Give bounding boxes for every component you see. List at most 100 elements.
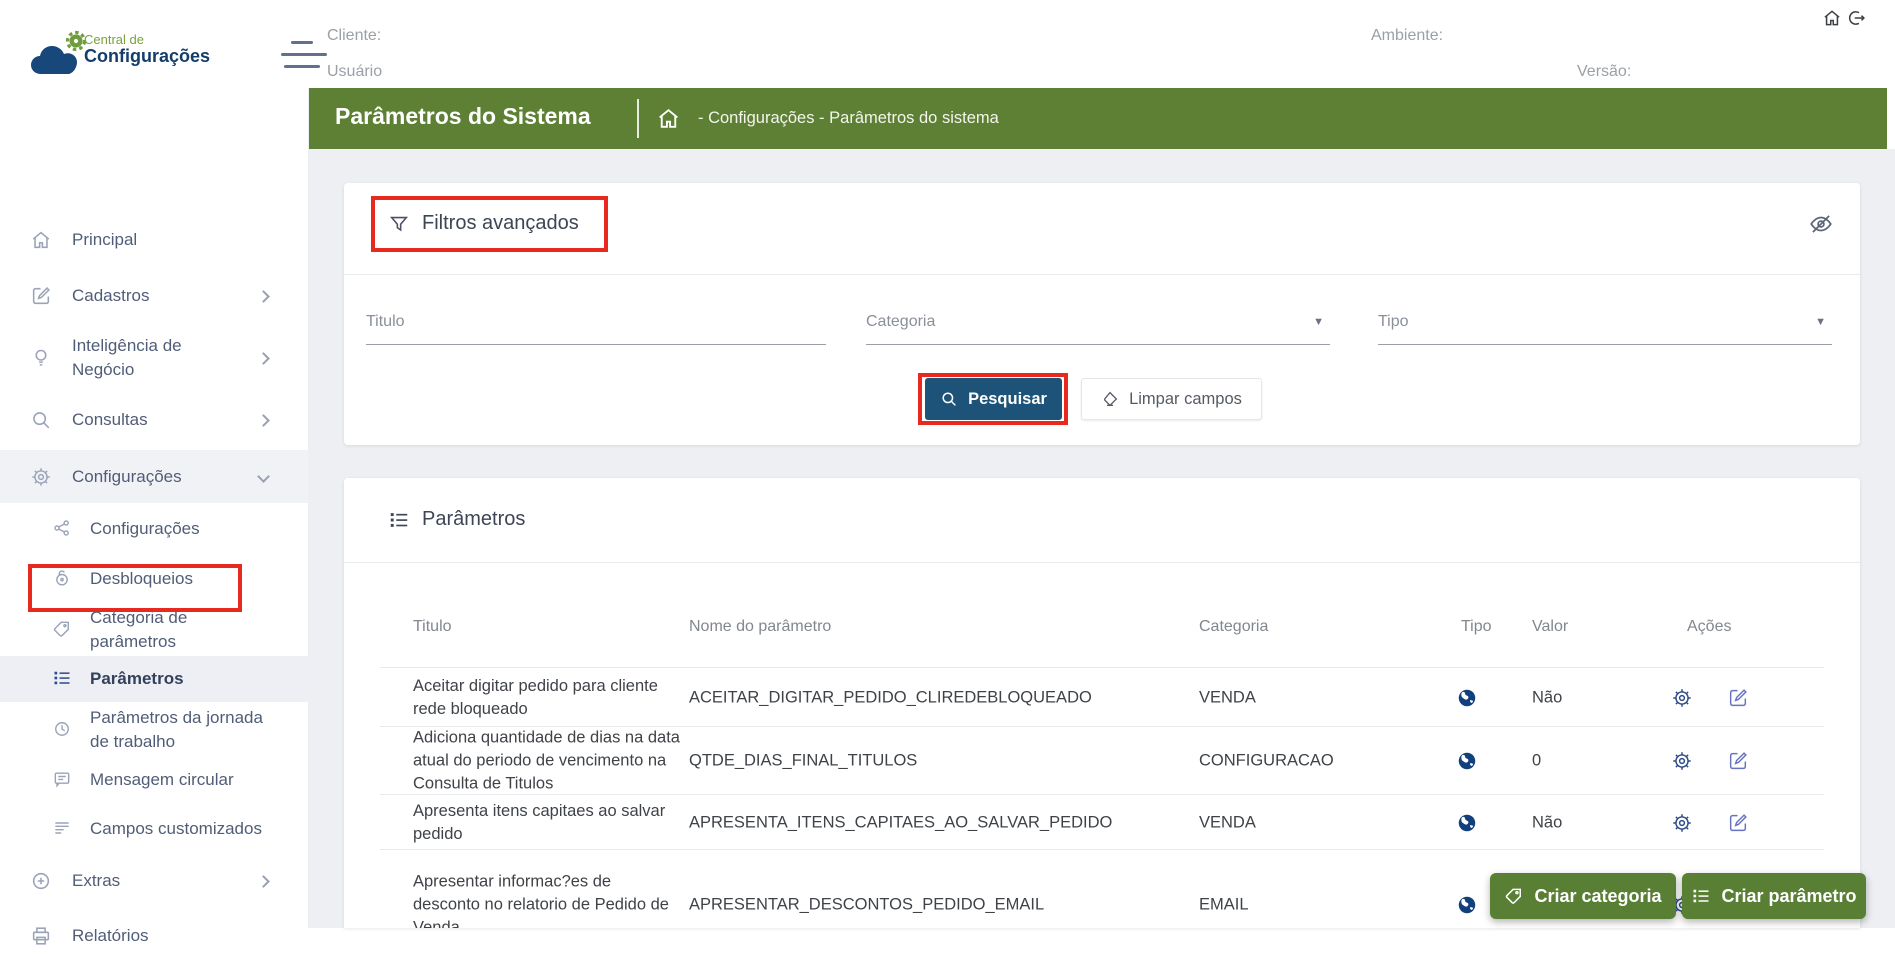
cell-nome: ACEITAR_DIGITAR_PEDIDO_CLIREDEBLOQUEADO xyxy=(689,686,1189,709)
sidebar-item-label: Configurações xyxy=(90,517,270,541)
limpar-campos-label: Limpar campos xyxy=(1129,390,1242,409)
cloud-gear-logo-icon xyxy=(28,30,90,80)
list-icon xyxy=(52,668,74,690)
tag-icon xyxy=(1504,886,1524,906)
cell-nome: APRESENTAR_DESCONTOS_PEDIDO_EMAIL xyxy=(689,894,1189,917)
chevron-right-icon xyxy=(257,290,270,303)
table-row: Adiciona quantidade de dias na data atua… xyxy=(344,727,1860,795)
sidebar-item-label: Configurações xyxy=(72,465,242,489)
table-row: Apresenta itens capitaes ao salvar pedid… xyxy=(344,795,1860,850)
sidebar-subitem-desbloqueios[interactable]: Desbloqueios xyxy=(0,557,308,601)
chevron-down-icon xyxy=(257,470,270,483)
categoria-placeholder: Categoria xyxy=(866,313,935,331)
titulo-placeholder: Titulo xyxy=(366,313,405,331)
sidebar-subitem-configuracoes[interactable]: Configurações xyxy=(0,507,308,551)
criar-parametro-button[interactable]: Criar parâmetro xyxy=(1682,873,1866,919)
cell-titulo: Aceitar digitar pedido para cliente rede… xyxy=(413,675,681,721)
sidebar-item-label: Mensagem circular xyxy=(90,768,270,792)
plus-circle-icon xyxy=(30,870,52,892)
sidebar-item-principal[interactable]: Principal xyxy=(0,218,308,262)
sidebar-subitem-campos-customizados[interactable]: Campos customizados xyxy=(0,807,308,851)
nodes-icon xyxy=(52,518,74,540)
list-icon xyxy=(1691,886,1711,906)
globe-icon xyxy=(1456,687,1478,709)
list-icon xyxy=(388,509,410,531)
titulo-input[interactable]: Titulo xyxy=(366,309,826,345)
topbar: Central de Configurações Cliente: Usuári… xyxy=(0,0,1895,88)
pesquisar-label: Pesquisar xyxy=(968,390,1047,409)
column-header-categoria: Categoria xyxy=(1199,618,1268,636)
limpar-campos-button[interactable]: Limpar campos xyxy=(1081,378,1262,420)
tipo-select[interactable]: Tipo ▼ xyxy=(1378,309,1832,345)
gear-icon[interactable] xyxy=(1671,687,1693,709)
tag-icon xyxy=(52,619,74,641)
versao-label: Versão: xyxy=(1577,63,1631,81)
input-underline xyxy=(1378,344,1832,345)
criar-parametro-label: Criar parâmetro xyxy=(1721,886,1856,907)
sidebar-item-label: Desbloqueios xyxy=(90,567,270,591)
sidebar-item-cadastros[interactable]: Cadastros xyxy=(0,274,308,318)
column-header-tipo: Tipo xyxy=(1461,618,1492,636)
pesquisar-button[interactable]: Pesquisar xyxy=(925,378,1062,420)
logout-icon[interactable] xyxy=(1846,8,1866,28)
unlock-icon xyxy=(52,568,74,590)
funnel-icon xyxy=(388,213,410,235)
table-row: Aceitar digitar pedido para cliente rede… xyxy=(344,668,1860,727)
divider xyxy=(344,562,1860,563)
sidebar-item-consultas[interactable]: Consultas xyxy=(0,398,308,442)
caret-down-icon: ▼ xyxy=(1313,316,1324,328)
sidebar-item-label: Campos customizados xyxy=(90,817,270,841)
gear-icon xyxy=(30,466,52,488)
sidebar: Principal Cadastros Inteligência de Negó… xyxy=(0,88,308,928)
cell-categoria: VENDA xyxy=(1199,686,1256,709)
cell-valor: Não xyxy=(1532,686,1562,709)
edit-icon[interactable] xyxy=(1727,687,1749,709)
parameters-title: Parâmetros xyxy=(422,508,525,531)
sidebar-item-relatorios[interactable]: Relatórios xyxy=(0,914,308,958)
sidebar-item-label: Extras xyxy=(72,869,242,893)
categoria-select[interactable]: Categoria ▼ xyxy=(866,309,1330,345)
cell-valor: Não xyxy=(1532,811,1562,834)
eye-off-icon[interactable] xyxy=(1808,211,1834,237)
gear-icon[interactable] xyxy=(1671,750,1693,772)
logo-line2: Configurações xyxy=(84,46,210,67)
sidebar-subitem-parametros[interactable]: Parâmetros xyxy=(0,656,308,702)
sidebar-item-inteligencia-de-negocio[interactable]: Inteligência de Negócio xyxy=(0,328,308,388)
criar-categoria-button[interactable]: Criar categoria xyxy=(1490,873,1676,919)
sidebar-item-label: Consultas xyxy=(72,408,242,432)
menu-toggle-icon[interactable] xyxy=(281,41,327,71)
column-header-titulo: Titulo xyxy=(413,618,452,636)
sidebar-item-label: Parâmetros da jornada de trabalho xyxy=(90,706,270,754)
sidebar-item-label: Parâmetros xyxy=(90,667,270,691)
sidebar-item-extras[interactable]: Extras xyxy=(0,859,308,903)
breadcrumb: - Configurações - Parâmetros do sistema xyxy=(698,109,999,128)
cliente-label: Cliente: xyxy=(327,27,381,45)
sidebar-subitem-parametros-da-jornada[interactable]: Parâmetros da jornada de trabalho xyxy=(0,702,308,758)
criar-categoria-label: Criar categoria xyxy=(1534,886,1661,907)
sidebar-subitem-mensagem-circular[interactable]: Mensagem circular xyxy=(0,758,308,802)
header-divider xyxy=(637,99,639,138)
parameters-card: Parâmetros Titulo Nome do parâmetro Cate… xyxy=(344,478,1860,928)
filters-card: Filtros avançados Titulo Categoria ▼ Tip… xyxy=(344,183,1860,445)
filters-title: Filtros avançados xyxy=(422,212,579,235)
column-header-valor: Valor xyxy=(1532,618,1568,636)
clock-icon xyxy=(52,719,74,741)
sidebar-item-label: Principal xyxy=(72,228,242,252)
logo-line1: Central de xyxy=(84,32,144,47)
gear-icon[interactable] xyxy=(1671,812,1693,834)
edit-icon[interactable] xyxy=(1727,750,1749,772)
cell-categoria: EMAIL xyxy=(1199,894,1249,917)
cell-titulo: Apresentar informac?es de desconto no re… xyxy=(413,871,681,929)
printer-icon xyxy=(30,925,52,947)
home-icon xyxy=(30,229,52,251)
sidebar-item-configuracoes[interactable]: Configurações xyxy=(0,450,308,503)
breadcrumb-home-icon[interactable] xyxy=(656,106,681,131)
sidebar-subitem-categoria-de-parametros[interactable]: Categoria de parâmetros xyxy=(0,602,308,658)
globe-icon xyxy=(1456,750,1478,772)
home-icon[interactable] xyxy=(1822,8,1842,28)
cell-nome: APRESENTA_ITENS_CAPITAES_AO_SALVAR_PEDID… xyxy=(689,811,1189,834)
divider xyxy=(344,274,1860,275)
page-title: Parâmetros do Sistema xyxy=(335,103,591,130)
eraser-icon xyxy=(1101,390,1119,408)
edit-icon[interactable] xyxy=(1727,812,1749,834)
